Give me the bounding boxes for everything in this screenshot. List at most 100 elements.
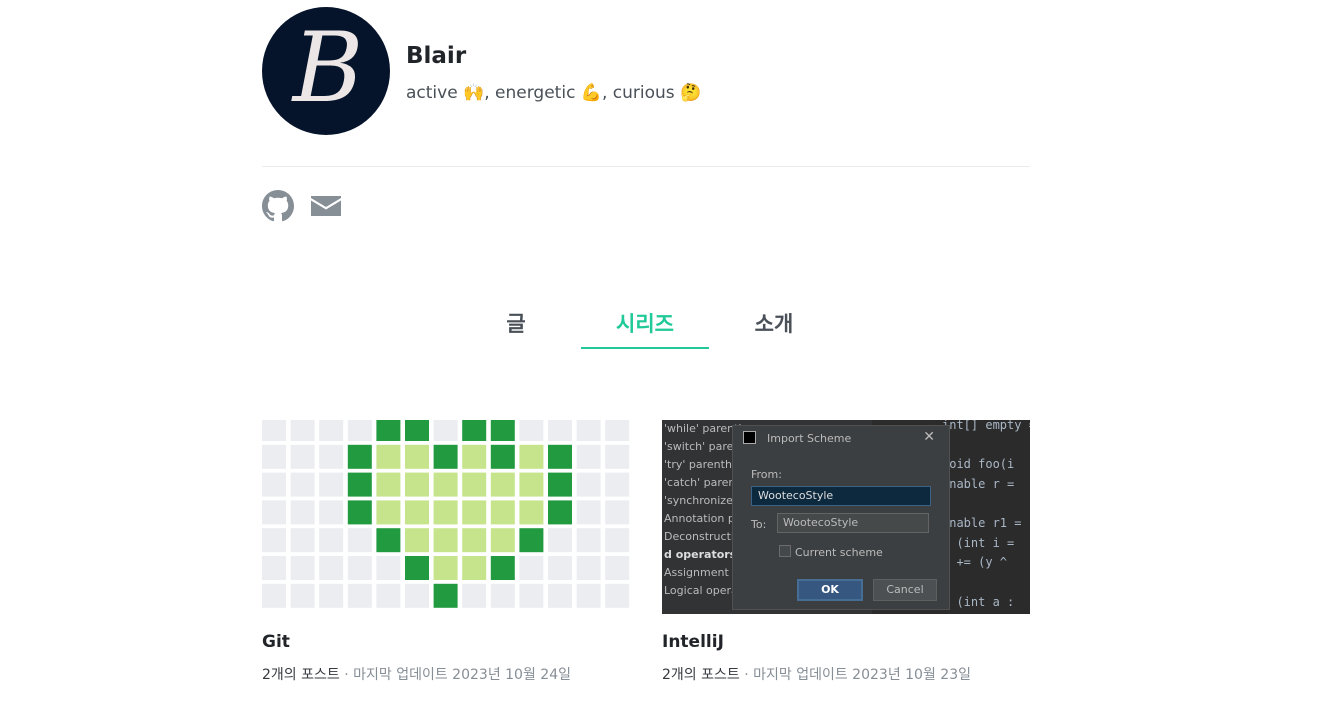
grid-cell (376, 444, 401, 469)
tab-about[interactable]: 소개 (710, 300, 838, 348)
grid-cell (319, 556, 344, 580)
grid-cell (548, 444, 572, 469)
grid-cell (519, 583, 544, 608)
profile-name[interactable]: Blair (406, 43, 466, 69)
grid-cell (290, 583, 315, 608)
grid-cell (605, 556, 630, 580)
grid-cell (319, 420, 344, 441)
grid-cell (376, 472, 401, 497)
grid-cell (519, 500, 544, 525)
grid-cell (347, 444, 372, 469)
series-post-count: 2개의 포스트 (262, 667, 340, 683)
cancel-button: Cancel (873, 579, 937, 601)
from-label: From: (751, 468, 782, 481)
grid-cell (290, 528, 315, 553)
meta-separator: · (339, 667, 354, 683)
grid-cell (405, 556, 429, 580)
series-title[interactable]: IntelliJ (662, 632, 1030, 652)
code-line: nnable r1 = (942, 516, 1022, 530)
divider (262, 166, 1030, 167)
grid-cell (548, 472, 572, 497)
grid-cell (376, 583, 401, 608)
series-title[interactable]: Git (262, 632, 630, 652)
grid-cell (262, 583, 286, 608)
tab-indicator (581, 347, 709, 349)
grid-cell (433, 583, 458, 608)
grid-cell (290, 556, 315, 580)
grid-cell (605, 420, 630, 441)
import-scheme-dialog: Import Scheme ✕ From: WootecoStyle To: W… (732, 425, 950, 610)
series-thumbnail-git[interactable] (262, 420, 630, 614)
grid-cell (347, 556, 372, 580)
github-icon[interactable] (262, 190, 294, 226)
series-meta: 2개의 포스트 · 마지막 업데이트 2023년 10월 24일 (262, 664, 630, 684)
series-card-intellij[interactable]: 'while' parenth 'switch' paren 'try' par… (662, 420, 1030, 684)
grid-cell (490, 583, 515, 608)
grid-cell (376, 528, 401, 553)
code-line: nnable r = (942, 477, 1015, 491)
grid-cell (376, 420, 401, 441)
grid-cell (347, 528, 372, 553)
grid-cell (519, 556, 544, 580)
grid-cell (290, 472, 315, 497)
grid-cell (576, 500, 601, 525)
grid-cell (519, 420, 544, 441)
grid-cell (605, 472, 630, 497)
tab-series[interactable]: 시리즈 (581, 300, 709, 348)
tab-posts[interactable]: 글 (452, 300, 580, 348)
grid-cell (605, 500, 630, 525)
grid-cell (490, 444, 515, 469)
grid-cell (519, 472, 544, 497)
grid-cell (433, 556, 458, 580)
from-field: WootecoStyle (751, 486, 931, 506)
checkbox-label: Current scheme (795, 546, 883, 559)
grid-cell (548, 500, 572, 525)
grid-cell (548, 420, 572, 441)
grid-cell (462, 528, 487, 553)
git-heart-grid-image (262, 420, 630, 608)
series-meta: 2개의 포스트 · 마지막 업데이트 2023년 10월 23일 (662, 664, 1030, 684)
grid-cell (490, 472, 515, 497)
intellij-icon (743, 431, 756, 444)
intellij-screenshot-image: 'while' parenth 'switch' paren 'try' par… (662, 420, 1030, 614)
grid-cell (576, 472, 601, 497)
grid-cell (319, 444, 344, 469)
to-label: To: (751, 518, 767, 531)
dialog-title: Import Scheme (767, 432, 852, 445)
grid-cell (576, 420, 601, 441)
grid-cell (462, 583, 487, 608)
grid-cell (262, 444, 286, 469)
grid-cell (405, 500, 429, 525)
grid-cell (376, 556, 401, 580)
code-line: r (int i = (942, 536, 1015, 550)
grid-cell (519, 528, 544, 553)
close-icon: ✕ (923, 429, 935, 445)
series-card-git[interactable]: Git 2개의 포스트 · 마지막 업데이트 2023년 10월 24일 (262, 420, 630, 684)
grid-cell (376, 500, 401, 525)
grid-cell (347, 420, 372, 441)
grid-cell (548, 583, 572, 608)
series-thumbnail-intellij[interactable]: 'while' parenth 'switch' paren 'try' par… (662, 420, 1030, 614)
code-line: int[] empty = new (942, 420, 1030, 432)
grid-cell (605, 528, 630, 553)
grid-cell (319, 528, 344, 553)
grid-cell (347, 472, 372, 497)
grid-cell (576, 583, 601, 608)
profile-tabs: 글 시리즈 소개 (452, 300, 838, 350)
grid-cell (262, 528, 286, 553)
grid-cell (290, 444, 315, 469)
grid-cell (490, 500, 515, 525)
avatar[interactable]: B (262, 7, 390, 135)
code-line: void foo(i (942, 457, 1015, 471)
grid-cell (262, 556, 286, 580)
grid-cell (462, 556, 487, 580)
profile-description: active 🙌, energetic 💪, curious 🤔 (406, 83, 702, 103)
grid-cell (548, 556, 572, 580)
grid-cell (290, 500, 315, 525)
profile-header: B Blair active 🙌, energetic 💪, curious 🤔 (262, 7, 1030, 135)
mail-icon[interactable] (310, 190, 342, 226)
grid-cell (433, 528, 458, 553)
grid-cell (405, 472, 429, 497)
grid-cell (462, 472, 487, 497)
code-line: r (int a : (942, 595, 1015, 609)
